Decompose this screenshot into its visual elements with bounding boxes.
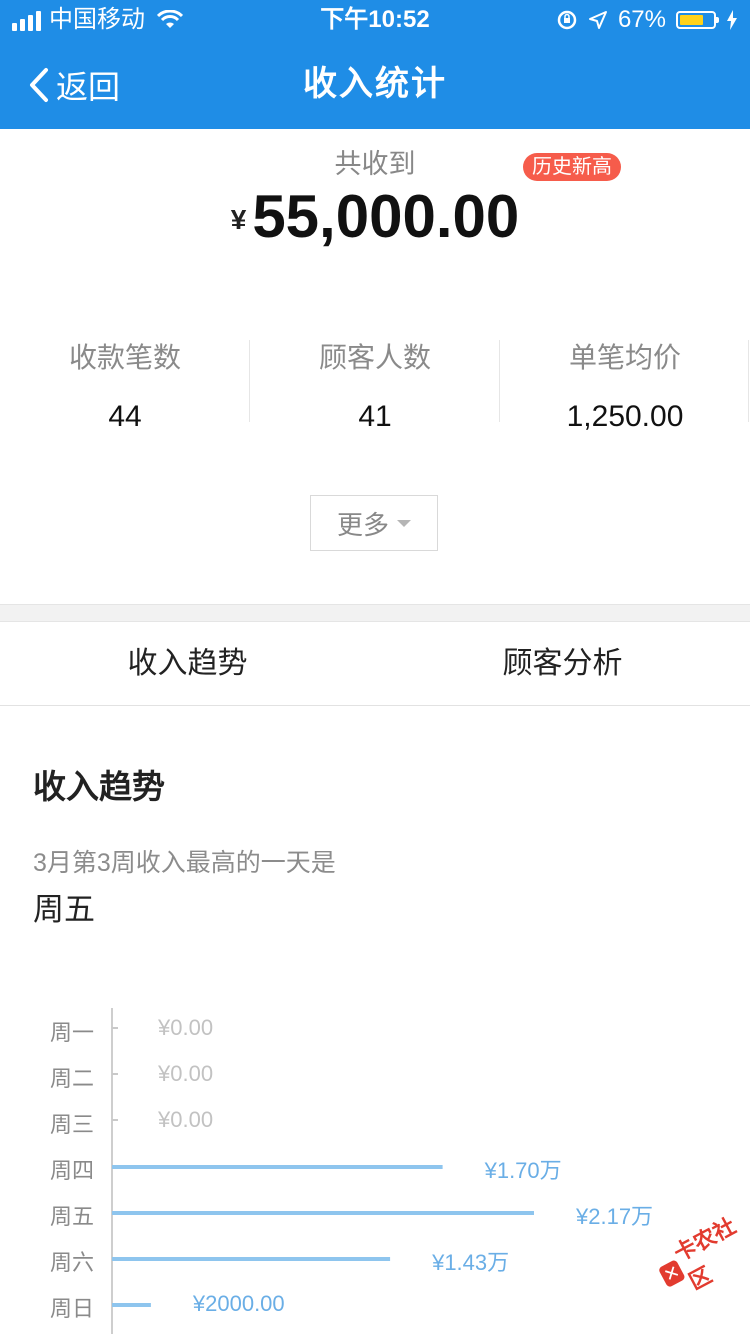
stats-edge-divider (748, 340, 749, 422)
tab-bar: 收入趋势 顾客分析 (0, 622, 750, 706)
trend-highlight-day: 周五 (33, 892, 95, 927)
chart-category-label: 周四 (50, 1158, 95, 1183)
chart-value-label: ¥0.00 (158, 1061, 214, 1086)
tab-customer-analysis[interactable]: 顾客分析 (375, 622, 750, 705)
more-button[interactable]: 更多 (310, 495, 438, 551)
stats-row: 收款笔数 44 顾客人数 41 单笔均价 1,250.00 (0, 330, 750, 433)
chart-value-label: ¥0.00 (158, 1107, 214, 1132)
stat-label: 单笔均价 (568, 342, 681, 373)
status-bar: 中国移动 下午10:52 67% (0, 0, 750, 40)
section-divider (0, 604, 750, 622)
orientation-lock-icon (557, 10, 577, 30)
chart-canvas (111, 1008, 534, 1334)
stat-customer-count: 顾客人数 41 (250, 330, 500, 433)
total-amount: ¥55,000.00 (0, 182, 750, 252)
caret-down-icon (397, 519, 411, 527)
chart-bar (112, 1027, 118, 1029)
total-amount-value: 55,000.00 (252, 183, 520, 250)
stat-label: 顾客人数 (318, 342, 431, 373)
top-bar: 中国移动 下午10:52 67% 返回 收入统计 (0, 0, 750, 129)
chart-category-label: 周日 (50, 1296, 95, 1321)
chart-value-label: ¥0.00 (158, 1015, 214, 1040)
page-title: 收入统计 (303, 65, 447, 103)
chart-bar (112, 1303, 151, 1307)
chart-bar (112, 1165, 443, 1169)
chart-bar (112, 1257, 391, 1261)
chart-category-label: 周一 (50, 1020, 95, 1045)
chart-value-label: ¥2000.00 (192, 1291, 285, 1316)
location-arrow-icon (588, 11, 607, 29)
stat-value: 1,250.00 (566, 400, 684, 433)
more-label: 更多 (336, 509, 389, 540)
chart-bar (112, 1073, 118, 1075)
status-right: 67% (556, 0, 738, 40)
currency-symbol: ¥ (230, 204, 247, 235)
trend-title: 收入趋势 (33, 768, 165, 805)
chart-value-label: ¥1.43万 (432, 1250, 510, 1275)
chart-value-label: ¥1.70万 (484, 1158, 562, 1183)
chart-value-label: ¥2.17万 (576, 1204, 654, 1229)
income-trend-chart: 周一 ¥0.00 周二 ¥0.00 周三 ¥0.00 周四 ¥1.70万周五 ¥2.17万周六 ¥… (0, 1000, 750, 1334)
chart-category-label: 周二 (50, 1066, 95, 1091)
chart-category-label: 周六 (50, 1250, 95, 1275)
charging-bolt-icon (727, 10, 737, 30)
chart-category-label: 周三 (50, 1112, 95, 1137)
chart-bar (112, 1119, 118, 1121)
stat-value: 41 (358, 400, 392, 433)
total-label: 共收到 (334, 149, 416, 179)
stat-payment-count: 收款笔数 44 (0, 330, 250, 433)
stat-label: 收款笔数 (68, 342, 181, 373)
stat-value: 44 (108, 400, 142, 433)
battery-percent: 67% (617, 6, 666, 33)
chart-bar (112, 1211, 534, 1215)
chart-category-label: 周五 (50, 1204, 95, 1229)
trend-subtitle: 3月第3周收入最高的一天是 (33, 849, 336, 877)
battery-icon (676, 11, 719, 29)
battery-fill (680, 15, 703, 25)
nav-bar: 返回 收入统计 (0, 40, 750, 129)
tab-income-trend[interactable]: 收入趋势 (0, 622, 375, 705)
stat-average-price: 单笔均价 1,250.00 (500, 330, 750, 433)
record-high-badge: 历史新高 (523, 153, 621, 181)
